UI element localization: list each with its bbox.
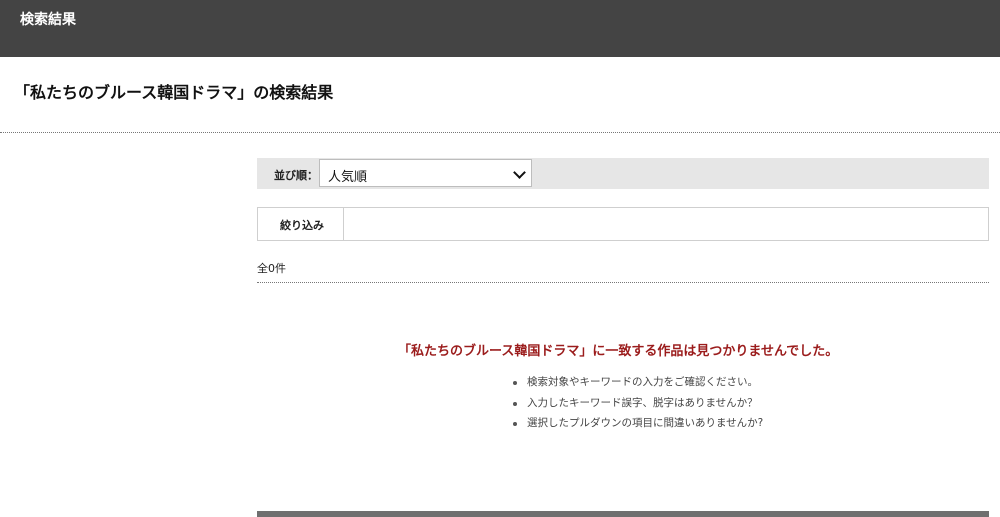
hint-text: 選択したプルダウンの項目に間違いありませんか? xyxy=(527,417,764,429)
page-title: 「私たちのブルース韓国ドラマ」の検索結果 xyxy=(14,83,334,102)
title-divider xyxy=(0,132,1000,133)
filter-button[interactable]: 絞り込み xyxy=(258,208,344,240)
sort-selected-value: 人気順 xyxy=(328,170,368,185)
list-item: 検索対象やキーワードの入力をご確認ください。 xyxy=(510,375,763,396)
chevron-down-icon xyxy=(513,166,526,179)
bullet-icon xyxy=(513,381,517,385)
result-count: 全0件 xyxy=(257,262,286,275)
hint-text: 入力したキーワード誤字、脱字はありませんか？ xyxy=(527,396,758,409)
list-item: 選択したプルダウンの項目に間違いありませんか? xyxy=(510,416,763,437)
header-title: 検索結果 xyxy=(20,12,76,28)
bullet-icon xyxy=(513,422,517,426)
bottom-bar xyxy=(257,511,989,517)
no-result-message: 「私たちのブルース韓国ドラマ」に一致する作品は見つかりませんでした。 xyxy=(398,344,839,359)
top-bar: 検索結果 xyxy=(0,0,1000,57)
hint-list: 検索対象やキーワードの入力をご確認ください。 入力したキーワード誤字、脱字はあり… xyxy=(510,375,763,437)
hint-text: 検索対象やキーワードの入力をご確認ください。 xyxy=(527,376,758,388)
filter-panel: 絞り込み xyxy=(257,207,989,241)
result-divider xyxy=(257,282,989,283)
sort-bar: 並び順： 人気順 xyxy=(257,158,989,189)
filter-label: 絞り込み xyxy=(280,219,324,232)
list-item: 入力したキーワード誤字、脱字はありませんか？ xyxy=(510,396,763,417)
bullet-icon xyxy=(513,401,517,406)
sort-label: 並び順： xyxy=(274,169,318,182)
sort-select[interactable]: 人気順 xyxy=(319,159,532,187)
